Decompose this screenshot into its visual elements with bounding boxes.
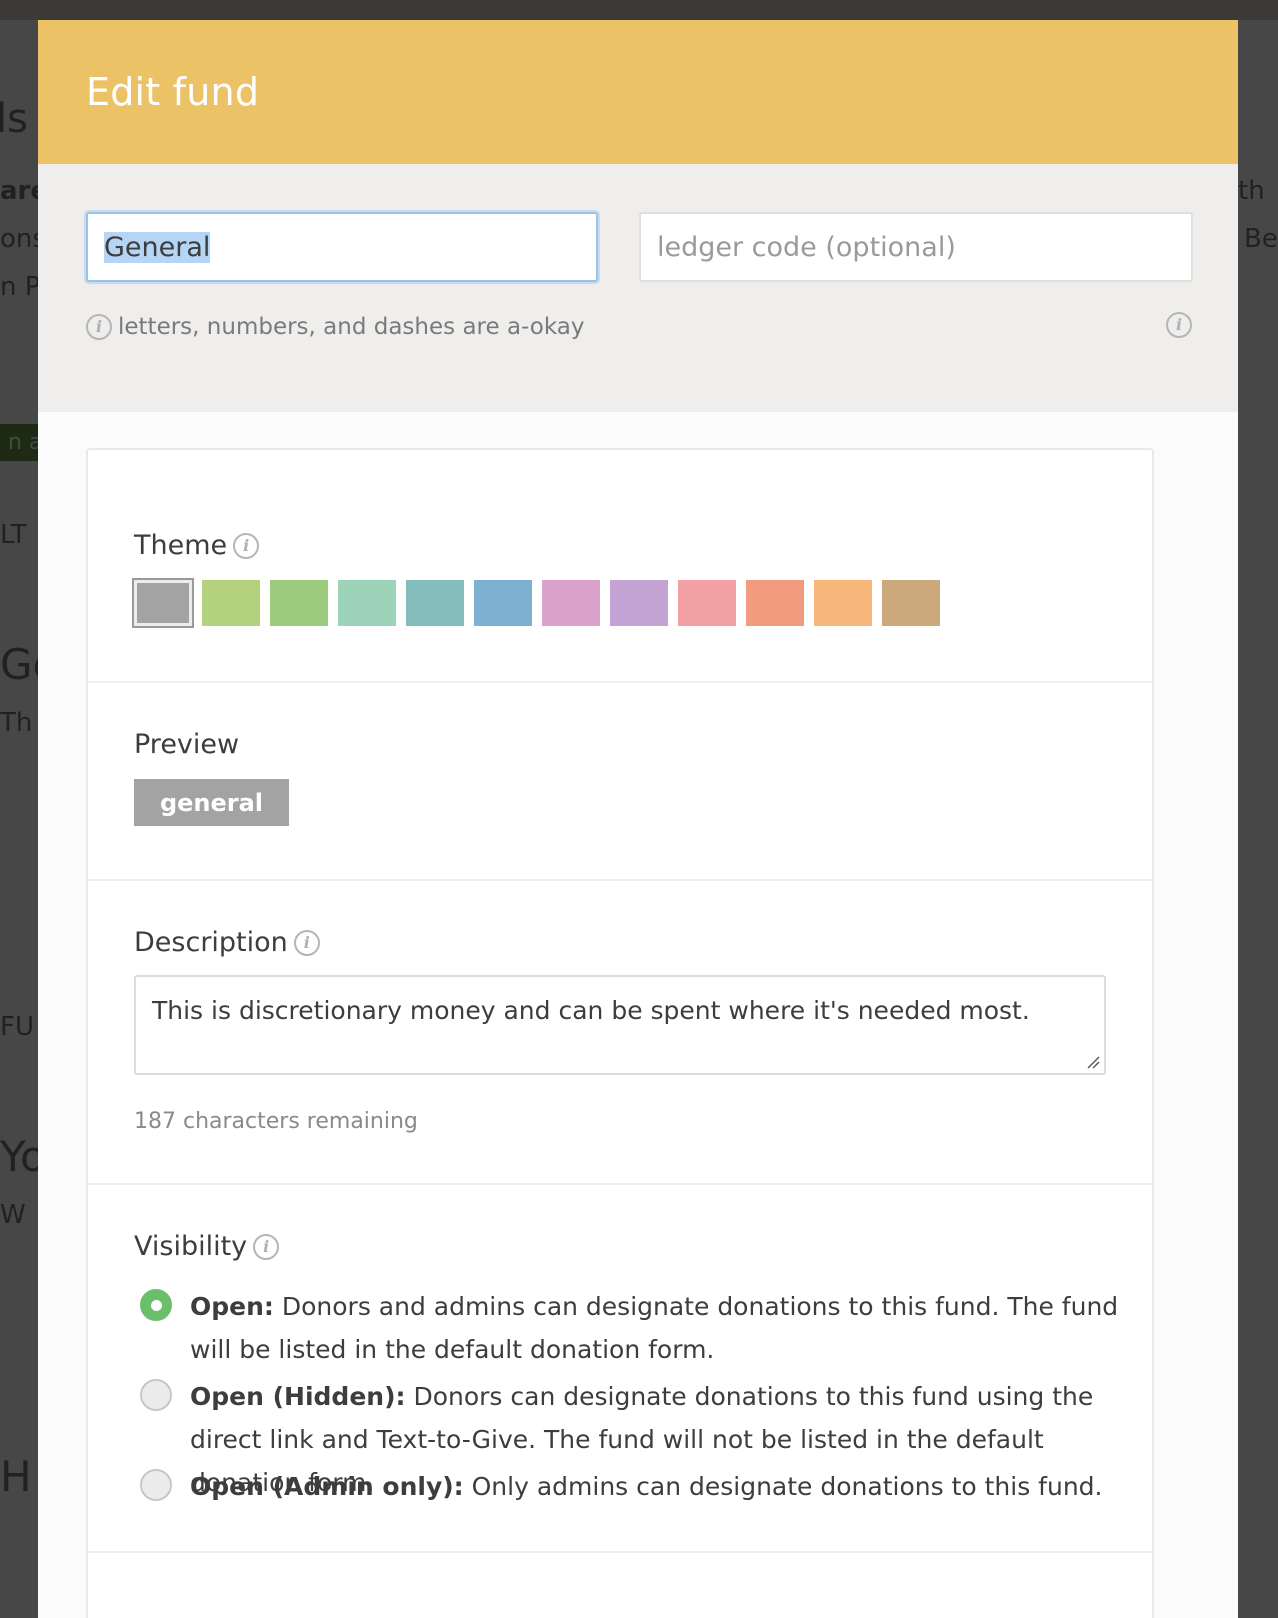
fund-name-hint-text: letters, numbers, and dashes are a-okay: [118, 314, 585, 340]
fund-name-value: General: [104, 231, 211, 263]
visibility-info-icon[interactable]: i: [253, 1233, 280, 1260]
fund-name-section: General i letters, numbers, and dashes a…: [38, 164, 1238, 412]
visibility-option-admin-only[interactable]: Open (Admin only): Only admins can desig…: [140, 1465, 1140, 1508]
fund-name-input[interactable]: General: [86, 212, 598, 282]
theme-swatch-7[interactable]: [542, 580, 600, 626]
option-title: Open (Admin only):: [190, 1472, 464, 1501]
visibility-option-open[interactable]: Open: Donors and admins can designate do…: [140, 1285, 1140, 1371]
theme-info-icon[interactable]: i: [233, 532, 260, 559]
visibility-section: Visibility i Open: Donors and admins can…: [88, 1185, 1152, 1553]
modal-header: Edit fund: [38, 20, 1238, 164]
description-label-text: Description: [134, 927, 288, 958]
theme-swatch-1[interactable]: [132, 578, 194, 628]
visibility-option-text: Open (Admin only): Only admins can desig…: [190, 1465, 1102, 1508]
option-title: Open:: [190, 1292, 274, 1321]
visibility-label-text: Visibility: [134, 1231, 248, 1262]
preview-label: Preview: [134, 729, 240, 760]
description-textarea[interactable]: This is discretionary money and can be s…: [134, 975, 1106, 1075]
description-section: Description i This is discretionary mone…: [88, 881, 1152, 1185]
description-text: This is discretionary money and can be s…: [152, 996, 1030, 1025]
resize-handle-icon[interactable]: [1086, 1055, 1100, 1069]
info-icon[interactable]: i: [86, 314, 112, 340]
theme-label-text: Theme: [134, 530, 228, 561]
radio-open[interactable]: [140, 1289, 172, 1321]
preview-section: Preview general: [88, 683, 1152, 881]
theme-swatch-2[interactable]: [202, 580, 260, 626]
description-label: Description i: [134, 927, 320, 958]
theme-swatch-6[interactable]: [474, 580, 532, 626]
theme-swatches: [132, 578, 950, 628]
visibility-option-text: Open: Donors and admins can designate do…: [190, 1285, 1140, 1371]
theme-swatch-4[interactable]: [338, 580, 396, 626]
option-description: Donors and admins can designate donation…: [190, 1292, 1119, 1364]
theme-swatch-5[interactable]: [406, 580, 464, 626]
theme-swatch-9[interactable]: [678, 580, 736, 626]
fund-name-hint: i letters, numbers, and dashes are a-oka…: [86, 314, 584, 340]
edit-fund-modal: Edit fund General i letters, numbers, an…: [38, 20, 1238, 1618]
radio-hidden[interactable]: [140, 1379, 172, 1411]
description-info-icon[interactable]: i: [293, 929, 320, 956]
fund-tag-preview: general: [134, 779, 289, 826]
theme-swatch-10[interactable]: [746, 580, 804, 626]
fund-settings-card: Theme i Preview general Description i Th…: [86, 448, 1154, 1618]
radio-admin-only[interactable]: [140, 1469, 172, 1501]
theme-label: Theme i: [134, 530, 260, 561]
modal-title: Edit fund: [86, 70, 260, 114]
ledger-info-icon[interactable]: i: [1166, 312, 1192, 338]
ledger-code-input[interactable]: [639, 212, 1193, 282]
theme-swatch-11[interactable]: [814, 580, 872, 626]
option-description: Only admins can designate donations to t…: [463, 1472, 1103, 1501]
theme-section: Theme i: [88, 450, 1152, 683]
characters-remaining: 187 characters remaining: [134, 1109, 418, 1134]
theme-swatch-8[interactable]: [610, 580, 668, 626]
option-title: Open (Hidden):: [190, 1382, 406, 1411]
visibility-label: Visibility i: [134, 1231, 280, 1262]
theme-swatch-3[interactable]: [270, 580, 328, 626]
top-strip: [0, 0, 1278, 20]
theme-swatch-12[interactable]: [882, 580, 940, 626]
